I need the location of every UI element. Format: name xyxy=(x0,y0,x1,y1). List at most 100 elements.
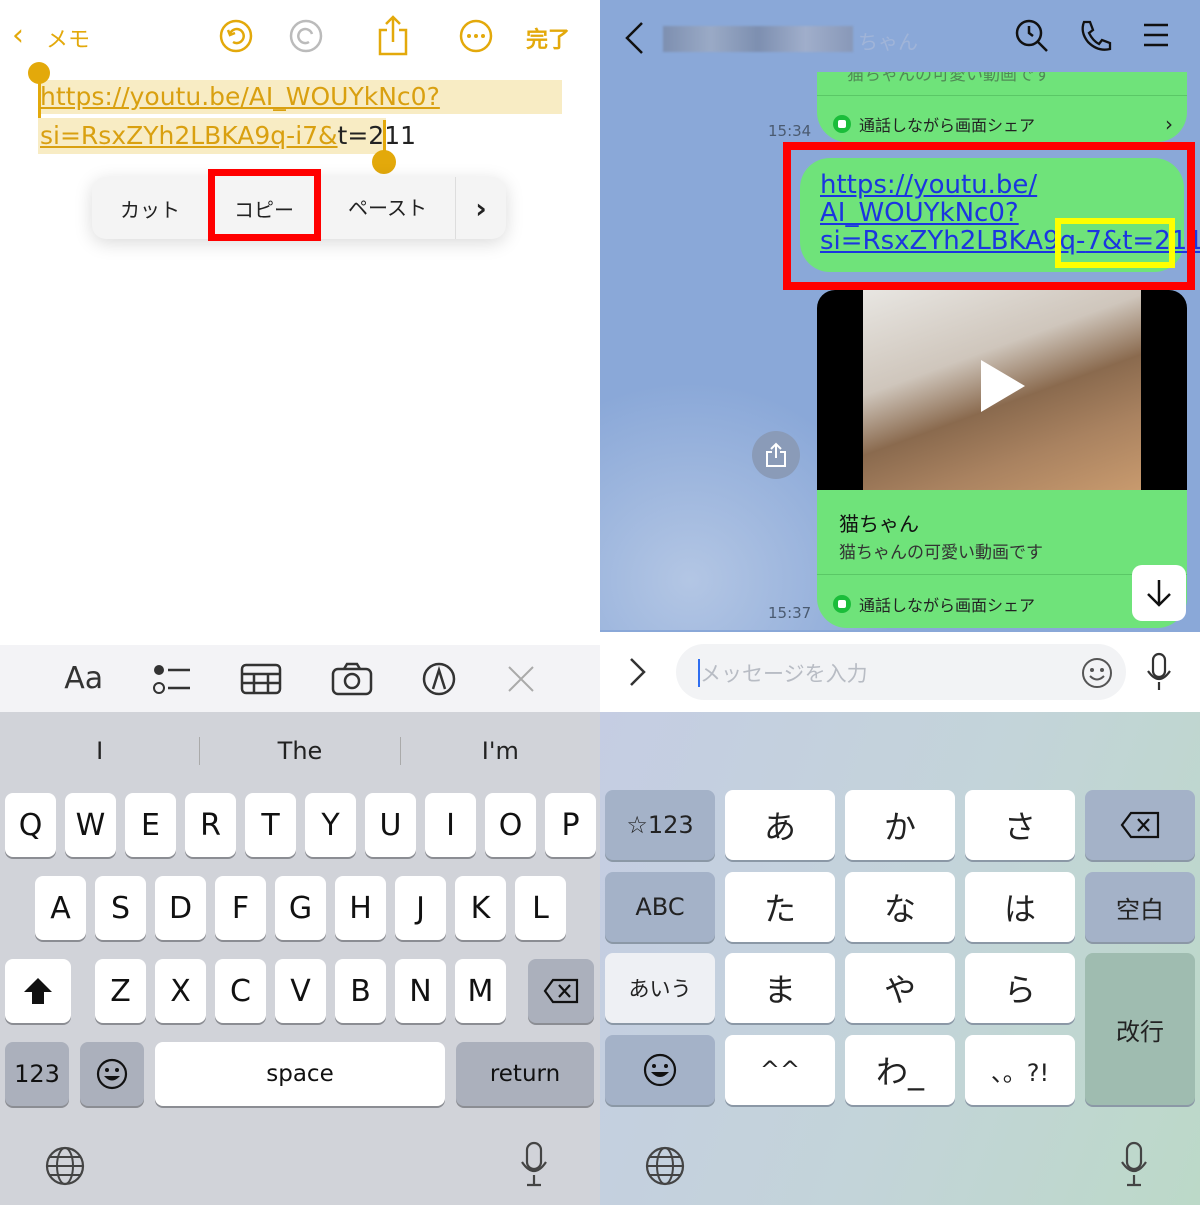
checklist-icon[interactable] xyxy=(152,662,192,696)
letter-key[interactable]: Z xyxy=(95,959,146,1023)
letter-key[interactable]: Y xyxy=(305,793,356,857)
key-ha[interactable]: は xyxy=(965,872,1075,942)
letter-key[interactable]: L xyxy=(515,876,566,940)
letter-key[interactable]: G xyxy=(275,876,326,940)
letter-key[interactable]: V xyxy=(275,959,326,1023)
microphone-icon[interactable] xyxy=(1118,1140,1150,1188)
cut-menu-item[interactable]: カット xyxy=(92,194,208,223)
key-ma[interactable]: ま xyxy=(725,953,835,1023)
letter-key[interactable]: B xyxy=(335,959,386,1023)
letter-key[interactable]: C xyxy=(215,959,266,1023)
letter-key[interactable]: A xyxy=(35,876,86,940)
letter-key[interactable]: D xyxy=(155,876,206,940)
note-url-line2-link[interactable]: si=RsxZYh2LBKA9q-i7& xyxy=(40,121,338,150)
globe-icon[interactable] xyxy=(44,1145,86,1187)
undo-icon[interactable] xyxy=(218,18,254,54)
selection-end-handle[interactable] xyxy=(372,150,396,174)
symbols-numbers-key[interactable]: ☆123 xyxy=(605,790,715,860)
microphone-icon[interactable] xyxy=(1144,652,1174,694)
numbers-key[interactable]: 123 xyxy=(5,1042,69,1106)
arrow-down-icon xyxy=(1147,580,1171,607)
key-ra[interactable]: ら xyxy=(965,953,1075,1023)
key-kaomoji[interactable]: ^^ xyxy=(725,1035,835,1105)
video-title: 猫ちゃん xyxy=(839,512,919,536)
key-punctuation[interactable]: 、。?! xyxy=(965,1035,1075,1105)
menu-icon[interactable] xyxy=(1142,22,1170,48)
expand-chevron-icon[interactable] xyxy=(628,656,648,688)
table-icon[interactable] xyxy=(240,663,282,695)
key-sa[interactable]: さ xyxy=(965,790,1075,860)
done-button[interactable]: 完了 xyxy=(526,22,570,54)
share-screen-link-1[interactable]: 通話しながら画面シェア › xyxy=(833,112,1173,136)
video-description: 猫ちゃんの可愛い動画です xyxy=(839,543,1043,563)
letter-key[interactable]: Q xyxy=(5,793,56,857)
share-screen-link-2[interactable]: 通話しながら画面シェア xyxy=(833,592,1035,616)
letter-key[interactable]: M xyxy=(455,959,506,1023)
letter-key[interactable]: R xyxy=(185,793,236,857)
close-toolbar-icon[interactable] xyxy=(506,664,536,694)
share-icon[interactable] xyxy=(376,14,410,56)
letter-key[interactable]: K xyxy=(455,876,506,940)
shift-key[interactable] xyxy=(5,959,71,1023)
suggestion-3[interactable]: I'm xyxy=(401,737,600,765)
kana-mode-key[interactable]: あいう xyxy=(605,953,715,1023)
back-chevron-icon[interactable]: ‹ xyxy=(12,18,24,53)
abc-key[interactable]: ABC xyxy=(605,872,715,942)
emoji-icon xyxy=(643,1053,677,1087)
letter-key[interactable]: T xyxy=(245,793,296,857)
share-button[interactable] xyxy=(752,431,800,479)
backspace-key[interactable] xyxy=(1085,790,1195,860)
backspace-icon xyxy=(543,978,579,1004)
search-icon[interactable] xyxy=(1014,18,1050,54)
screen-share-icon xyxy=(833,115,851,133)
letter-key[interactable]: J xyxy=(395,876,446,940)
back-button[interactable]: メモ xyxy=(46,22,90,54)
note-url-line1[interactable]: https://youtu.be/AI_WOUYkNc0? xyxy=(40,82,440,111)
emoji-key[interactable] xyxy=(80,1042,144,1106)
message-input[interactable]: メッセージを入力 xyxy=(676,644,1126,700)
notes-toolbar: Aa xyxy=(0,645,600,712)
emoji-icon[interactable] xyxy=(1080,656,1114,690)
scroll-to-bottom-button[interactable] xyxy=(1132,565,1186,621)
key-a[interactable]: あ xyxy=(725,790,835,860)
letter-key[interactable]: I xyxy=(425,793,476,857)
play-icon[interactable] xyxy=(977,358,1027,414)
markup-pen-icon[interactable] xyxy=(421,661,457,697)
more-icon[interactable] xyxy=(458,18,494,54)
globe-icon[interactable] xyxy=(644,1145,686,1187)
phone-icon[interactable] xyxy=(1078,18,1114,54)
letter-key[interactable]: H xyxy=(335,876,386,940)
return-key[interactable]: return xyxy=(456,1042,594,1106)
key-ta[interactable]: た xyxy=(725,872,835,942)
letter-key[interactable]: F xyxy=(215,876,266,940)
redo-icon[interactable] xyxy=(288,18,324,54)
enter-key[interactable]: 改行 xyxy=(1085,953,1195,1105)
letter-key[interactable]: E xyxy=(125,793,176,857)
letter-key[interactable]: O xyxy=(485,793,536,857)
backspace-key[interactable] xyxy=(528,959,594,1023)
notes-panel: ‹ メモ 完了 https://youtu.be/AI_WOUYkNc0? si… xyxy=(0,0,600,1205)
letter-key[interactable]: S xyxy=(95,876,146,940)
letter-key[interactable]: W xyxy=(65,793,116,857)
emoji-key[interactable] xyxy=(605,1035,715,1105)
key-wa[interactable]: わ_ xyxy=(845,1035,955,1105)
key-ka[interactable]: か xyxy=(845,790,955,860)
space-key[interactable]: 空白 xyxy=(1085,872,1195,942)
space-key[interactable]: space xyxy=(155,1042,445,1106)
key-ya[interactable]: や xyxy=(845,953,955,1023)
back-icon[interactable] xyxy=(622,20,646,56)
suggestion-2[interactable]: The xyxy=(200,737,401,765)
menu-next-button[interactable]: › xyxy=(456,192,506,225)
key-na[interactable]: な xyxy=(845,872,955,942)
letter-key[interactable]: P xyxy=(545,793,596,857)
paste-menu-item[interactable]: ペースト xyxy=(320,177,456,239)
video-thumbnail[interactable] xyxy=(817,290,1187,490)
suggestion-1[interactable]: I xyxy=(0,737,201,765)
microphone-icon[interactable] xyxy=(518,1140,550,1188)
camera-icon[interactable] xyxy=(331,662,373,696)
letter-key[interactable]: X xyxy=(155,959,206,1023)
backspace-icon xyxy=(1120,811,1160,839)
format-button[interactable]: Aa xyxy=(64,661,103,696)
letter-key[interactable]: U xyxy=(365,793,416,857)
letter-key[interactable]: N xyxy=(395,959,446,1023)
